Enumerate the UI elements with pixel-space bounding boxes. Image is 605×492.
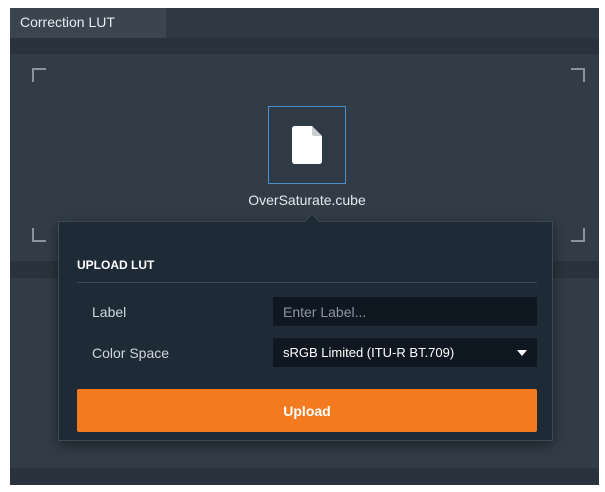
drop-zone-corner-top-left bbox=[32, 68, 46, 82]
drop-zone-corner-bottom-right bbox=[571, 228, 585, 242]
file-icon bbox=[292, 126, 322, 164]
upload-lut-popover: UPLOAD LUT Label Color Space sRGB Limite… bbox=[58, 214, 553, 441]
lut-editor-frame: Correction LUT OverSaturate.cube UPLOAD … bbox=[10, 8, 599, 485]
color-space-field-label: Color Space bbox=[92, 345, 170, 361]
tab-strip: Correction LUT bbox=[10, 8, 599, 38]
popover-title: UPLOAD LUT bbox=[77, 258, 155, 272]
chevron-down-icon bbox=[517, 350, 527, 356]
drop-zone-corner-bottom-left bbox=[32, 228, 46, 242]
tab-correction-lut[interactable]: Correction LUT bbox=[10, 8, 166, 38]
label-input[interactable] bbox=[273, 297, 537, 326]
upload-button[interactable]: Upload bbox=[77, 389, 537, 432]
label-field-label: Label bbox=[92, 304, 127, 320]
color-space-select[interactable]: sRGB Limited (ITU-R BT.709) bbox=[273, 338, 537, 367]
popover-divider bbox=[77, 282, 537, 283]
popover-caret bbox=[304, 214, 320, 222]
lut-file-tile[interactable] bbox=[268, 106, 346, 184]
color-space-selected-value: sRGB Limited (ITU-R BT.709) bbox=[283, 345, 455, 360]
lut-file-name: OverSaturate.cube bbox=[248, 192, 366, 208]
drop-zone-corner-top-right bbox=[571, 68, 585, 82]
